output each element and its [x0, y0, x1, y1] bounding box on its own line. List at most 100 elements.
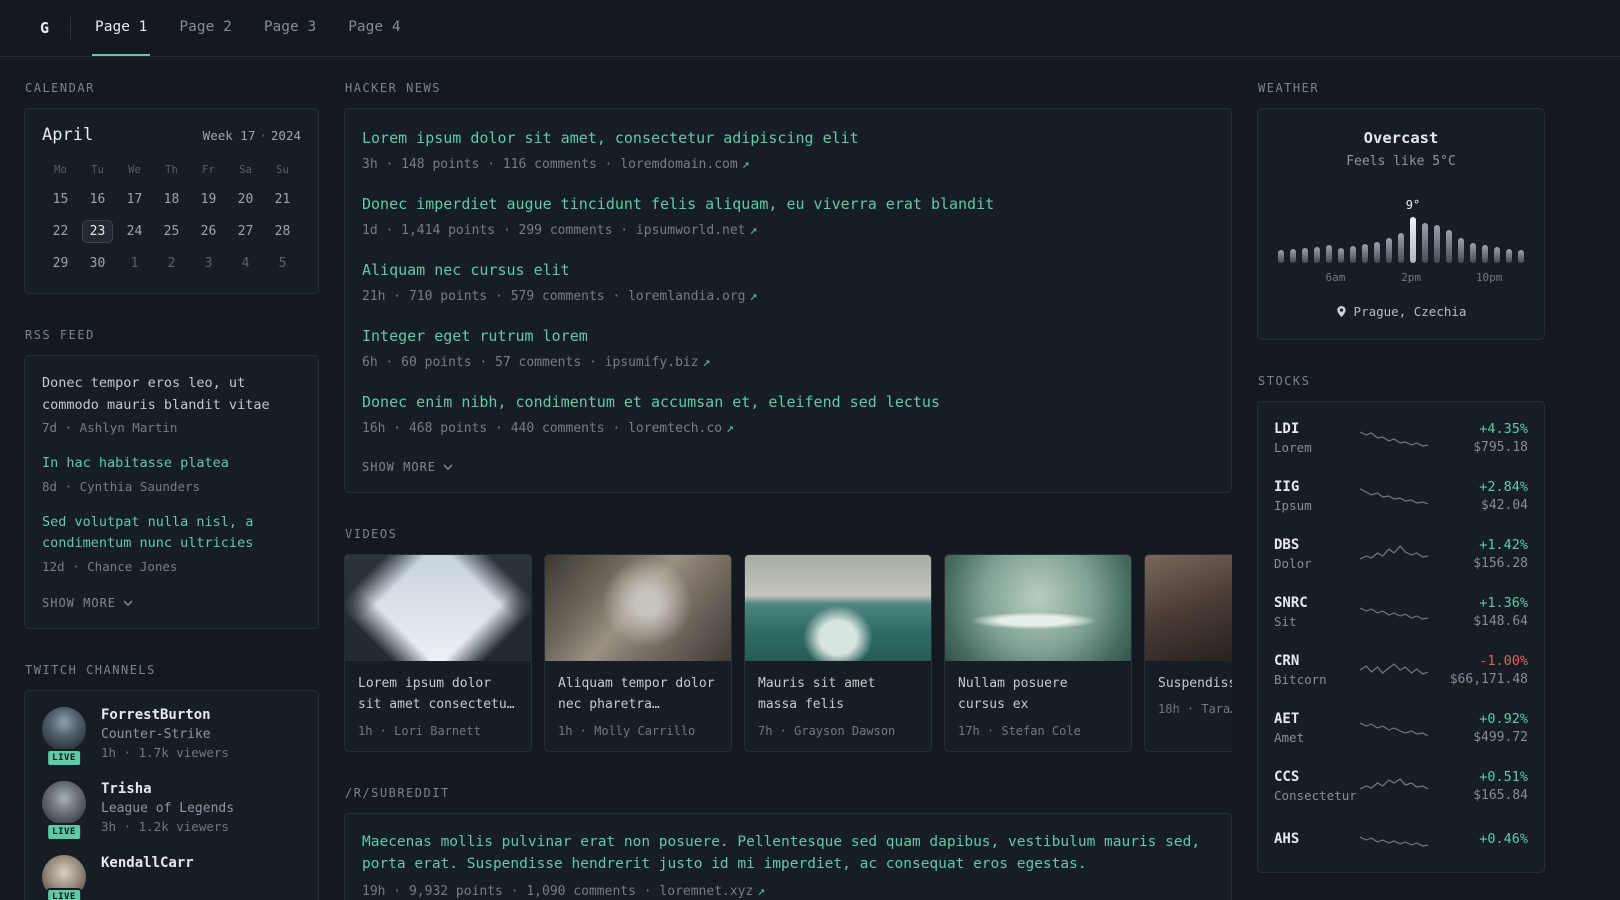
stock-sparkline: [1359, 607, 1429, 620]
stock-row[interactable]: CRN Bitcorn -1.00% $66,171.48: [1274, 641, 1528, 699]
channel-category: Counter-Strike: [101, 726, 211, 742]
tab-page-2[interactable]: Page 2: [176, 0, 234, 56]
stock-row[interactable]: SNRC Sit +1.36% $148.64: [1274, 583, 1528, 641]
twitch-channel[interactable]: LIVE KendallCarr: [42, 854, 301, 900]
video-thumbnail[interactable]: [545, 555, 731, 661]
weather-bars: 9°: [1278, 198, 1524, 263]
channel-name[interactable]: Trisha: [101, 781, 234, 797]
stock-name: Ipsum: [1274, 498, 1312, 513]
stock-sparkline: [1359, 488, 1429, 505]
hn-item-title[interactable]: Integer eget rutrum lorem: [362, 324, 1214, 348]
video-card[interactable]: Nullam posuere cursus ex 17h · Stefan Co…: [944, 554, 1132, 752]
external-link-icon[interactable]: ↗: [750, 289, 758, 304]
calendar-day: 29: [52, 256, 69, 271]
video-info: Nullam posuere cursus ex 17h · Stefan Co…: [945, 661, 1131, 751]
calendar-day-current: 23: [82, 220, 113, 243]
weather-card: Overcast Feels like 5°C 9° 6am 2pm 10pm …: [1257, 108, 1545, 340]
rss-show-more-button[interactable]: SHOW MORE: [42, 596, 133, 610]
stock-row[interactable]: CCS Consectetur +0.51% $165.84: [1274, 757, 1528, 815]
video-card[interactable]: Aliquam tempor dolor nec pharetra… 1h · …: [544, 554, 732, 752]
rss-item-title[interactable]: Sed volutpat nulla nisl, a condimentum n…: [42, 512, 301, 555]
stock-values: +4.35% $795.18: [1440, 421, 1528, 455]
rss-item-title[interactable]: In hac habitasse platea: [42, 453, 301, 475]
calendar-day: 18: [163, 192, 180, 207]
weather-hour-bar: [1386, 238, 1392, 263]
stock-symbol: CRN: [1274, 653, 1300, 669]
channel-category: League of Legends: [101, 800, 235, 816]
weather-hour-bar: [1290, 249, 1296, 263]
tab-page-3[interactable]: Page 3: [261, 0, 319, 56]
stock-sparkline: [1359, 663, 1429, 675]
hn-item-title[interactable]: Donec enim nibh, condimentum et accumsan…: [362, 390, 1214, 414]
stock-row[interactable]: IIG Ipsum +2.84% $42.04: [1274, 467, 1528, 525]
section-title-weather: WEATHER: [1258, 81, 1320, 95]
video-thumbnail[interactable]: [745, 555, 931, 661]
subreddit-post-title[interactable]: Maecenas mollis pulvinar erat non posuer…: [362, 831, 1214, 876]
hn-item-title[interactable]: Aliquam nec cursus elit: [362, 258, 1214, 282]
twitch-channel[interactable]: LIVE ForrestBurton Counter-Strike 1h · 1…: [42, 706, 301, 767]
hn-item-meta: 3h · 148 points · 116 comments · loremdo…: [362, 157, 750, 172]
stock-price: $148.64: [1473, 614, 1528, 629]
calendar-day-header: Su: [276, 164, 289, 176]
stock-change: +0.46%: [1479, 830, 1528, 847]
stock-change: +4.35%: [1479, 421, 1528, 437]
rss-item-title[interactable]: Donec tempor eros leo, ut commodo mauris…: [42, 373, 301, 416]
stock-change: +0.92%: [1479, 711, 1528, 727]
twitch-channel[interactable]: LIVE Trisha League of Legends 3h · 1.2k …: [42, 780, 301, 841]
rss-item-meta: 7d · Ashlyn Martin: [42, 420, 178, 436]
video-card[interactable]: Lorem ipsum dolor sit amet consectetu… 1…: [344, 554, 532, 752]
external-link-icon[interactable]: ↗: [757, 884, 765, 899]
external-link-icon[interactable]: ↗: [726, 421, 734, 436]
channel-name[interactable]: KendallCarr: [101, 855, 194, 871]
show-more-label: SHOW MORE: [362, 460, 437, 474]
stock-symbol: IIG: [1274, 479, 1300, 495]
stock-row[interactable]: LDI Lorem +4.35% $795.18: [1274, 409, 1528, 467]
video-thumbnail[interactable]: [1145, 555, 1232, 661]
calendar-day: 3: [204, 256, 213, 271]
calendar-day: 30: [89, 256, 106, 271]
avatar-wrap: LIVE: [42, 854, 86, 900]
stock-row[interactable]: AET Amet +0.92% $499.72: [1274, 699, 1528, 757]
channel-info: ForrestBurton Counter-Strike 1h · 1.7k v…: [101, 707, 229, 760]
weather-hour-bar: [1362, 244, 1368, 263]
rss-widget: RSS FEED Donec tempor eros leo, ut commo…: [24, 328, 319, 629]
video-title[interactable]: Lorem ipsum dolor sit amet consectetu…: [358, 673, 518, 716]
stock-change: +2.84%: [1479, 479, 1528, 495]
hn-item: Donec imperdiet augue tincidunt felis al…: [362, 192, 1214, 238]
stock-symbol: LDI: [1274, 421, 1300, 437]
stock-sparkline: [1359, 722, 1429, 737]
hn-show-more-button[interactable]: SHOW MORE: [362, 460, 453, 474]
subreddit-widget: /R/SUBREDDIT Maecenas mollis pulvinar er…: [344, 786, 1232, 900]
calendar-day: 1: [130, 256, 139, 271]
channel-name[interactable]: ForrestBurton: [101, 707, 229, 723]
video-title[interactable]: Nullam posuere cursus ex: [958, 673, 1118, 716]
weather-temp-label: 9°: [1405, 198, 1421, 212]
app-logo[interactable]: G: [40, 0, 49, 56]
rss-item-meta: 8d · Cynthia Saunders: [42, 478, 201, 494]
video-title[interactable]: Aliquam tempor dolor nec pharetra…: [558, 673, 718, 716]
stock-symbol: AHS: [1274, 830, 1300, 847]
video-card[interactable]: Suspendiss… diam 18h · Tara…: [1144, 554, 1232, 752]
video-thumbnail[interactable]: [345, 555, 531, 661]
rss-item: Donec tempor eros leo, ut commodo mauris…: [42, 373, 301, 435]
video-title[interactable]: Suspendiss… diam: [1158, 673, 1232, 694]
videos-row: Lorem ipsum dolor sit amet consectetu… 1…: [344, 554, 1232, 752]
external-link-icon[interactable]: ↗: [750, 223, 758, 238]
tab-page-4[interactable]: Page 4: [345, 0, 403, 56]
external-link-icon[interactable]: ↗: [742, 157, 750, 172]
stock-row[interactable]: AHS +0.46%: [1274, 815, 1528, 865]
hn-item-meta: 21h · 710 points · 579 comments · loreml…: [362, 289, 758, 304]
stock-row[interactable]: DBS Dolor +1.42% $156.28: [1274, 525, 1528, 583]
hn-item-title[interactable]: Lorem ipsum dolor sit amet, consectetur …: [362, 126, 1214, 150]
location-pin-icon: [1336, 306, 1346, 317]
video-thumbnail[interactable]: [945, 555, 1131, 661]
video-card[interactable]: Mauris sit amet massa felis 7h · Grayson…: [744, 554, 932, 752]
external-link-icon[interactable]: ↗: [703, 355, 711, 370]
stock-name: Bitcorn: [1274, 672, 1327, 687]
avatar: [42, 780, 86, 825]
hn-item-title[interactable]: Donec imperdiet augue tincidunt felis al…: [362, 192, 1214, 216]
tab-page-1[interactable]: Page 1: [92, 0, 151, 56]
stock-id: CRN Bitcorn: [1274, 653, 1348, 687]
video-title[interactable]: Mauris sit amet massa felis: [758, 673, 918, 716]
weather-hour-bar: [1350, 246, 1356, 263]
